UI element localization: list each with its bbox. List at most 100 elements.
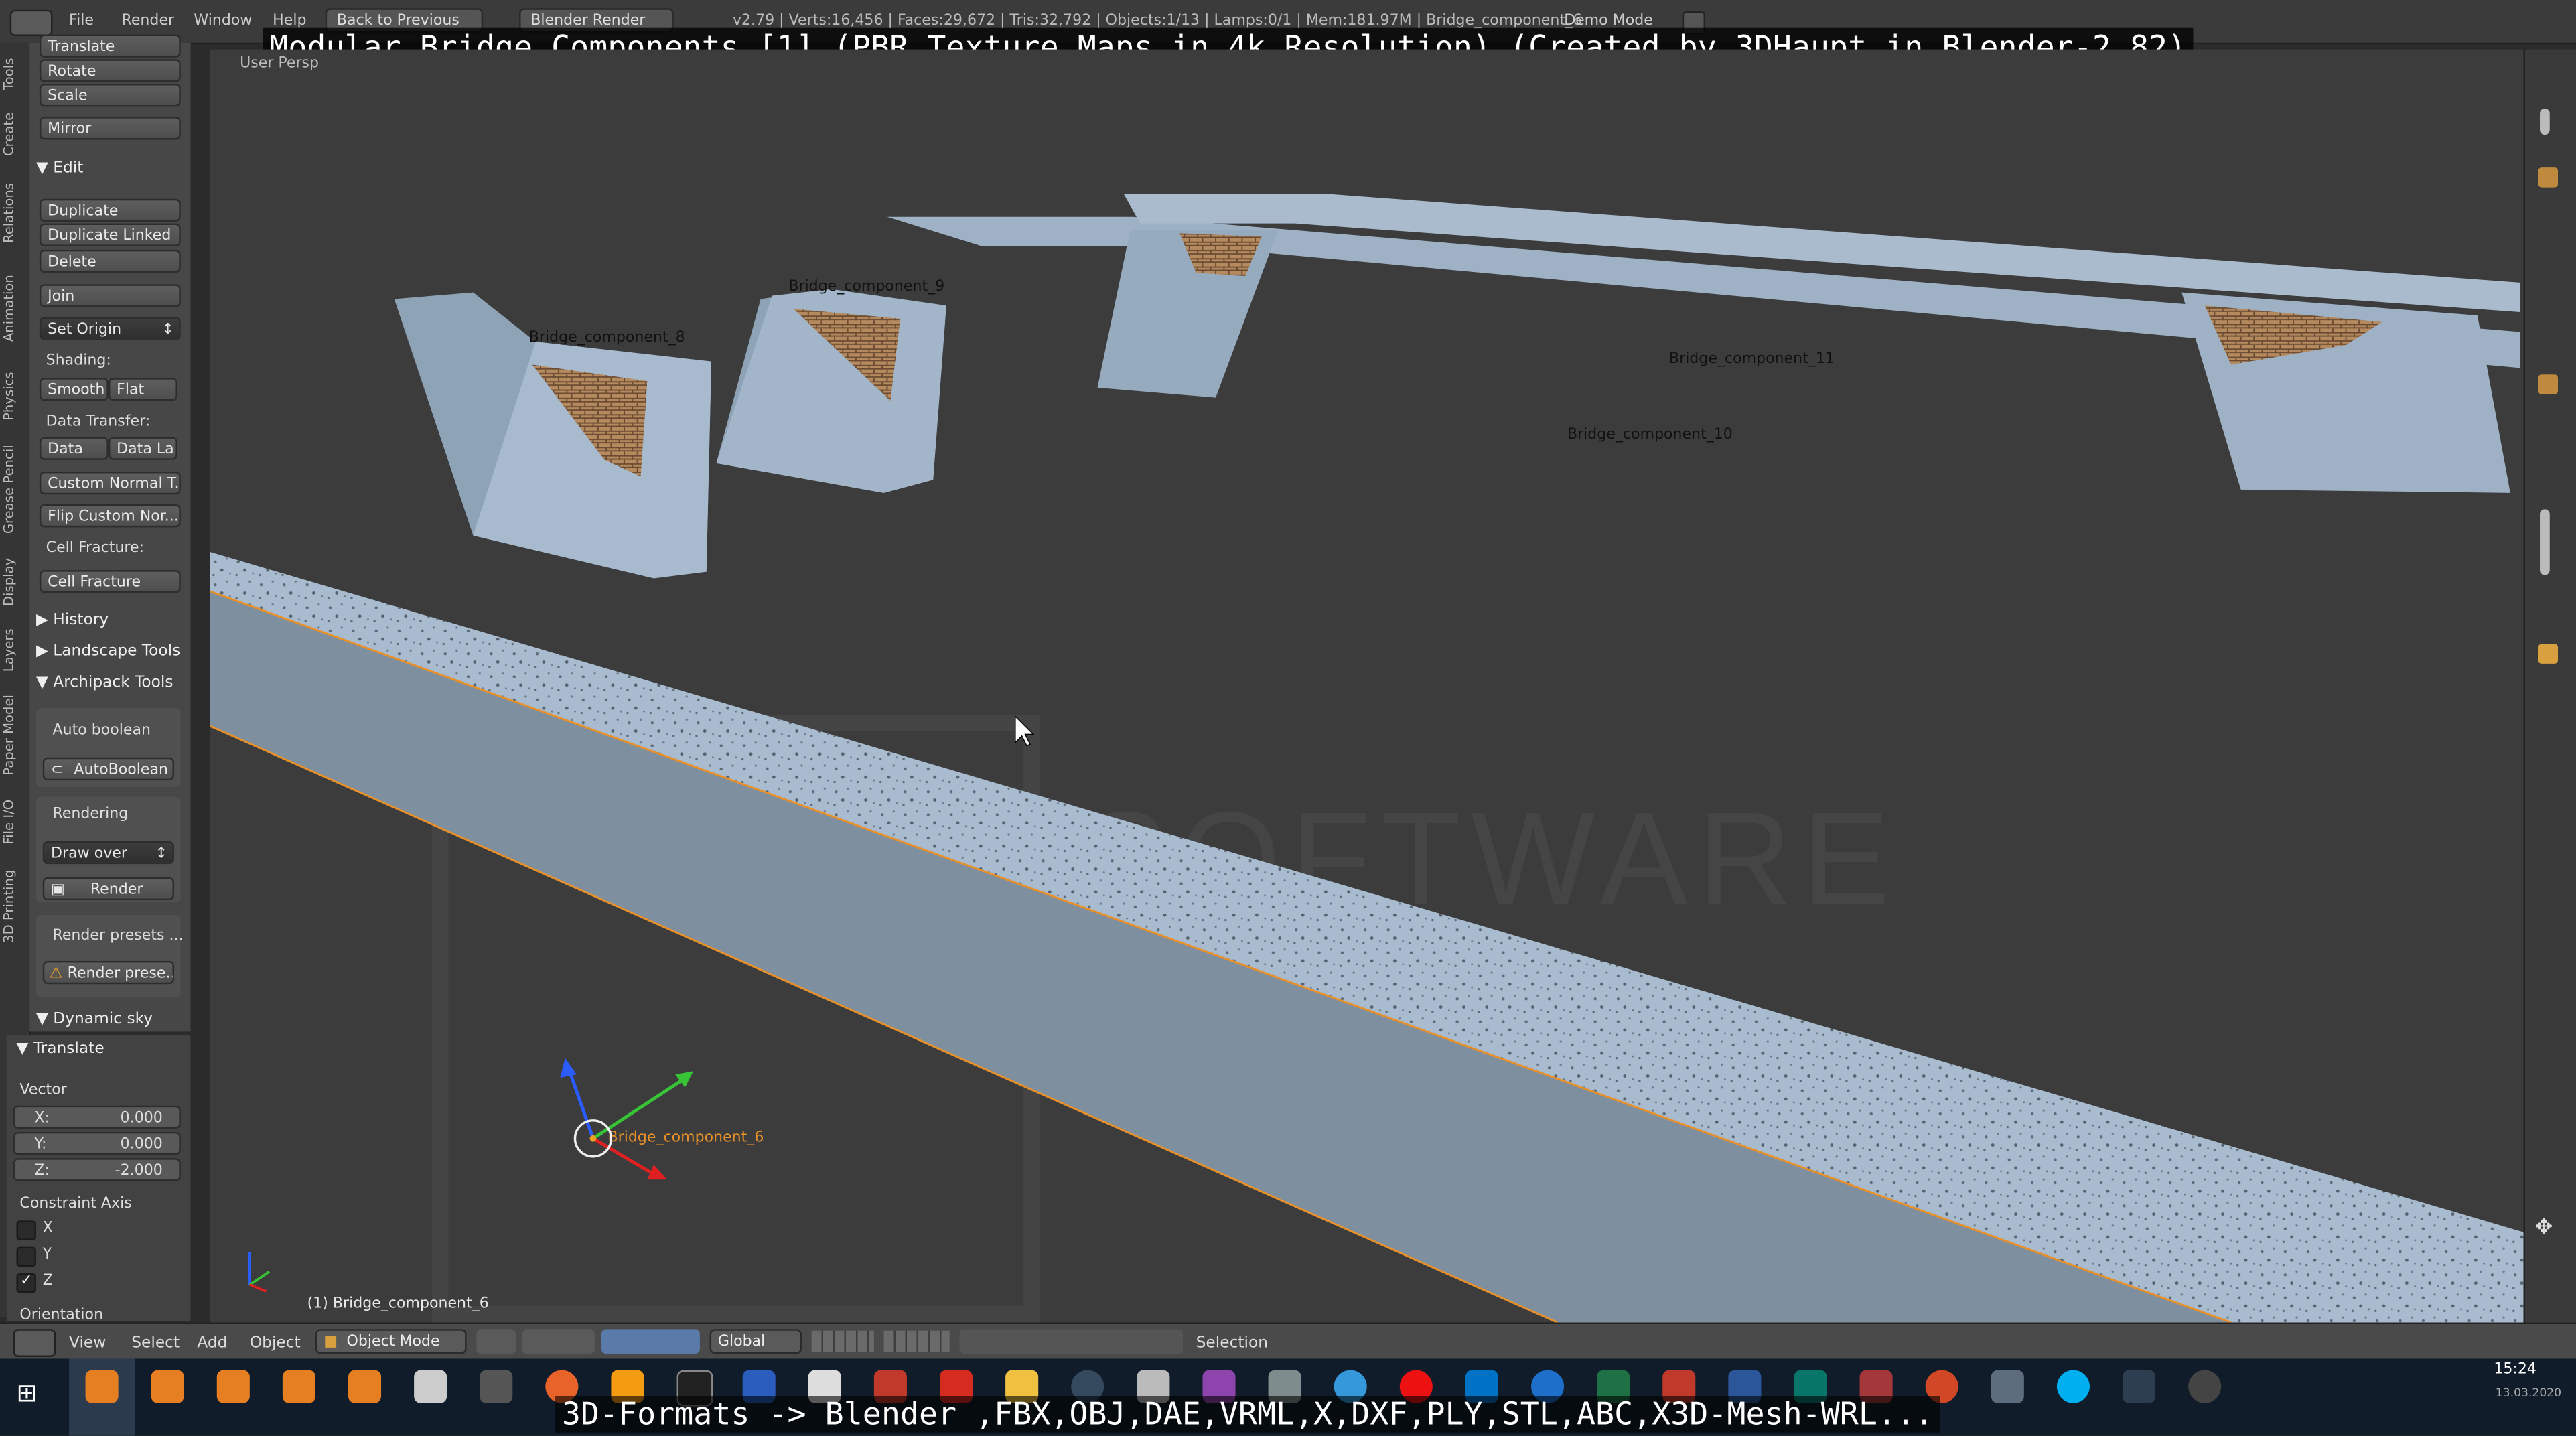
render-button[interactable]: ▣ Render xyxy=(42,877,174,901)
move-icon[interactable]: ✥ xyxy=(2535,1216,2561,1242)
duplicate-button[interactable]: Duplicate xyxy=(39,198,181,222)
auto-boolean-label: Auto boolean xyxy=(52,723,151,739)
layers-grid-2[interactable] xyxy=(883,1330,950,1352)
menu-add[interactable]: Add xyxy=(197,1334,227,1352)
z-arrow-head[interactable] xyxy=(560,1058,577,1078)
cube-icon[interactable] xyxy=(2538,644,2559,664)
3d-viewport[interactable]: SOFTWARE Bridge_component_8 Bridge_compo… xyxy=(210,49,2524,1323)
tab-relations[interactable]: Relations xyxy=(1,171,27,257)
object-icon[interactable] xyxy=(2538,167,2559,188)
delete-button[interactable]: Delete xyxy=(39,249,181,273)
translate-button[interactable]: Translate xyxy=(39,34,181,58)
rotate-button[interactable]: Rotate xyxy=(39,59,181,82)
menu-window[interactable]: Window xyxy=(194,13,252,30)
tab-paper-model[interactable]: Paper Model xyxy=(1,687,27,782)
flat-button[interactable]: Flat xyxy=(108,378,177,401)
menu-object[interactable]: Object xyxy=(250,1334,301,1352)
blender-icon-2[interactable] xyxy=(151,1370,184,1403)
snap-tools[interactable] xyxy=(959,1329,1184,1354)
menu-file[interactable]: File xyxy=(69,13,94,30)
clock-time[interactable]: 15:24 xyxy=(2494,1362,2536,1378)
menu-select[interactable]: Select xyxy=(131,1334,180,1352)
tab-physics[interactable]: Physics xyxy=(1,362,27,431)
tab-animation[interactable]: Animation xyxy=(1,263,27,354)
menu-render[interactable]: Render xyxy=(122,13,175,30)
autoboolean-button[interactable]: ⊂ AutoBoolean xyxy=(42,757,174,781)
label-component-10: Bridge_component_10 xyxy=(1567,426,1733,443)
boolean-icon: ⊂ xyxy=(51,762,64,779)
right-scroll-handle[interactable] xyxy=(2540,108,2550,135)
right-scrollbar[interactable] xyxy=(2540,509,2550,575)
history-panel-header[interactable]: ▶ History xyxy=(36,611,109,629)
transform-orientation-select[interactable]: Global xyxy=(709,1329,802,1354)
tab-tools[interactable]: Tools xyxy=(1,50,27,99)
constraint-z-checkbox[interactable]: ✓ xyxy=(16,1273,36,1293)
tab-create[interactable]: Create xyxy=(1,105,27,164)
tab-display[interactable]: Display xyxy=(1,549,27,614)
blender-icon[interactable] xyxy=(85,1370,119,1403)
dynamic-sky-panel-header[interactable]: ▼ Dynamic sky xyxy=(36,1010,153,1028)
editor-type-button[interactable] xyxy=(13,1329,56,1358)
edit-panel-header[interactable]: ▼ Edit xyxy=(36,159,83,177)
vector-y-field[interactable]: Y: 0.000 xyxy=(13,1131,181,1155)
z-axis-label: Z: xyxy=(34,1163,50,1180)
tab-3d-printing[interactable]: 3D Printing xyxy=(1,861,27,952)
blender-icon-4[interactable] xyxy=(282,1370,315,1403)
data-layout-button[interactable]: Data La xyxy=(108,437,177,460)
app-icon-13[interactable] xyxy=(2188,1370,2222,1403)
blender-icon-3[interactable] xyxy=(216,1370,250,1403)
skype-icon[interactable] xyxy=(2056,1370,2090,1403)
app-icon-2[interactable] xyxy=(480,1370,513,1403)
tool-shelf-scrollbar[interactable] xyxy=(192,49,206,496)
blender-icon-5[interactable] xyxy=(348,1370,382,1403)
windows-start-icon[interactable]: ⊞ xyxy=(17,1378,46,1408)
app-icon[interactable] xyxy=(414,1370,447,1403)
pivot-select[interactable] xyxy=(522,1329,595,1354)
label-component-11: Bridge_component_11 xyxy=(1669,350,1835,367)
render-presets-button[interactable]: ⚠ Render prese... xyxy=(42,960,174,985)
tab-file-io[interactable]: File I/O xyxy=(1,788,27,854)
app-icon-11[interactable] xyxy=(1991,1370,2024,1403)
archipack-label: Archipack Tools xyxy=(53,673,173,692)
layers-grid[interactable] xyxy=(811,1330,874,1352)
clock-date: 13.03.2020 xyxy=(2495,1386,2562,1400)
scene-stats: v2.79 | Verts:16,456 | Faces:29,672 | Tr… xyxy=(732,13,1583,30)
set-origin-select[interactable]: Set Origin ↕ xyxy=(39,317,181,340)
tab-layers[interactable]: Layers xyxy=(1,621,27,680)
draw-over-label: Draw over xyxy=(51,846,127,863)
translate-panel-header[interactable]: ▼ Translate xyxy=(17,1040,104,1058)
scale-button[interactable]: Scale xyxy=(39,84,181,107)
landscape-panel-header[interactable]: ▶ Landscape Tools xyxy=(36,642,180,660)
smooth-button[interactable]: Smooth xyxy=(39,378,109,401)
y-arrow-head[interactable] xyxy=(675,1071,694,1088)
updown-icon: ↕ xyxy=(161,321,174,339)
constraint-x-checkbox[interactable] xyxy=(16,1220,36,1240)
render-label: Render xyxy=(90,882,143,899)
cell-fracture-button[interactable]: Cell Fracture xyxy=(39,570,181,593)
history-label: History xyxy=(53,611,109,630)
editor-type-icon[interactable] xyxy=(9,9,53,36)
app-icon-12[interactable] xyxy=(2123,1370,2156,1403)
duplicate-linked-button[interactable]: Duplicate Linked xyxy=(39,223,181,246)
x-value: 0.000 xyxy=(120,1110,163,1127)
object-icon-2[interactable] xyxy=(2538,374,2559,394)
draw-over-select[interactable]: Draw over ↕ xyxy=(42,841,174,865)
redo-scrollbar[interactable] xyxy=(192,1044,206,1177)
archipack-panel-header[interactable]: ▼ Archipack Tools xyxy=(36,674,173,692)
camera-icon: ▣ xyxy=(51,882,65,899)
vector-x-field[interactable]: X: 0.000 xyxy=(13,1105,181,1129)
constraint-y-checkbox[interactable] xyxy=(16,1246,36,1267)
mode-select[interactable]: ■ Object Mode xyxy=(315,1329,467,1354)
mirror-button[interactable]: Mirror xyxy=(39,117,181,140)
viewport-shading-select[interactable] xyxy=(476,1329,516,1354)
menu-view[interactable]: View xyxy=(69,1334,106,1352)
custom-normal-button[interactable]: Custom Normal T... xyxy=(39,471,181,495)
tab-grease-pencil[interactable]: Grease Pencil xyxy=(1,437,27,542)
flip-custom-normals-button[interactable]: Flip Custom Nor... xyxy=(39,504,181,528)
data-button[interactable]: Data xyxy=(39,437,109,460)
z-axis-arrow[interactable] xyxy=(567,1067,595,1139)
join-button[interactable]: Join xyxy=(39,284,181,307)
menu-help[interactable]: Help xyxy=(273,13,306,30)
vector-z-field[interactable]: Z: -2.000 xyxy=(13,1158,181,1181)
manipulator-toggles[interactable] xyxy=(601,1329,700,1354)
